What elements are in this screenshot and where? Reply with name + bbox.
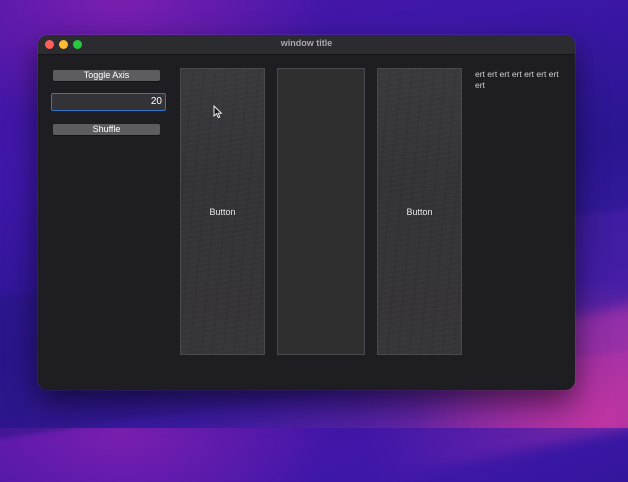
title-bar[interactable]: window title [38, 35, 575, 55]
panel-button-right[interactable]: Button [377, 68, 462, 355]
wrapping-text-label: ert ert ert ert ert ert ert ert [475, 69, 559, 90]
panel-middle [277, 68, 365, 355]
panel-button-right-label: Button [406, 207, 433, 217]
app-window: window title Toggle Axis Shuffle Button … [38, 35, 575, 390]
panel-button-left-label: Button [209, 207, 236, 217]
toggle-axis-button[interactable]: Toggle Axis [53, 70, 160, 81]
window-title: window title [280, 38, 333, 48]
number-input[interactable] [51, 93, 166, 111]
shuffle-button[interactable]: Shuffle [53, 124, 160, 135]
mouse-pointer-icon [213, 105, 223, 119]
